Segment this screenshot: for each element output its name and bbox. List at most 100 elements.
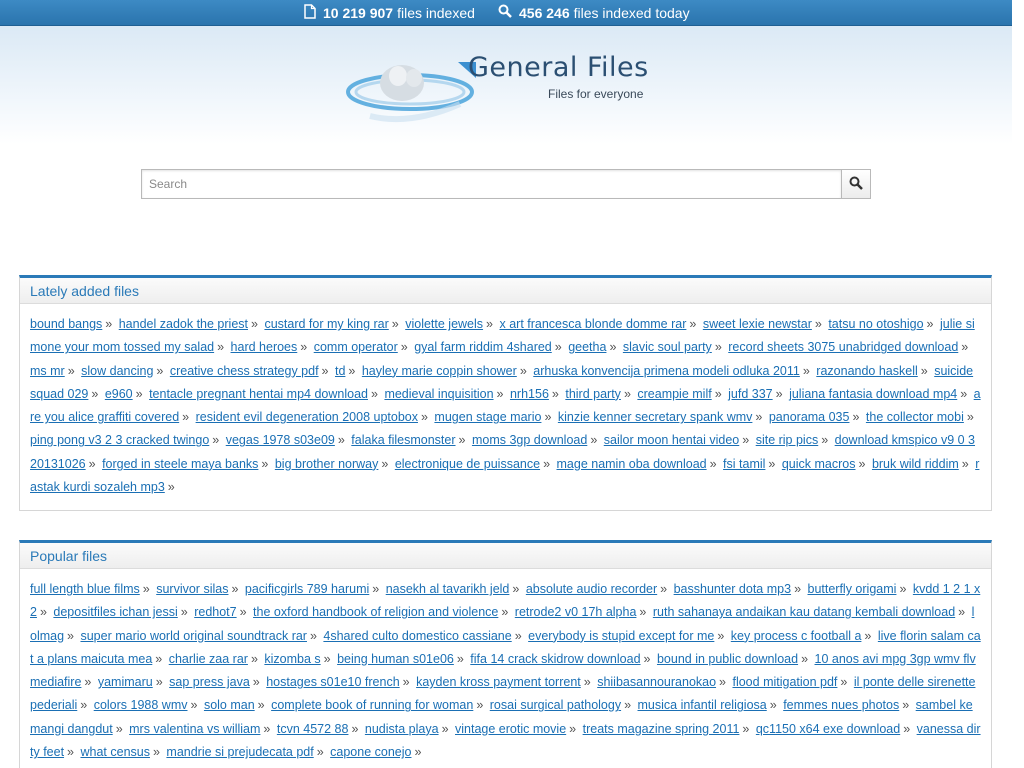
- file-link[interactable]: handel zadok the priest: [119, 317, 248, 331]
- file-link[interactable]: hard heroes: [231, 340, 298, 354]
- link-separator: »: [926, 317, 934, 331]
- file-link[interactable]: tatsu no otoshigo: [828, 317, 923, 331]
- link-separator: »: [400, 340, 408, 355]
- file-link[interactable]: arhuska konvencija primena modeli odluka…: [533, 364, 800, 378]
- file-link[interactable]: nasekh al tavarikh jeld: [386, 582, 510, 596]
- file-link[interactable]: ms mr: [30, 364, 65, 378]
- file-link[interactable]: falaka filesmonster: [351, 433, 455, 447]
- file-link[interactable]: redhot7: [194, 605, 236, 619]
- file-link[interactable]: vintage erotic movie: [455, 722, 566, 736]
- file-link[interactable]: mage namin oba download: [557, 457, 707, 471]
- file-link[interactable]: bound in public download: [657, 652, 798, 666]
- file-link[interactable]: geetha: [568, 340, 606, 354]
- file-link[interactable]: survivor silas: [156, 582, 228, 596]
- file-link[interactable]: nudista playa: [365, 722, 439, 736]
- file-link[interactable]: gyal farm riddim 4shared: [414, 340, 552, 354]
- file-link[interactable]: medieval inquisition: [384, 387, 493, 401]
- file-link[interactable]: slow dancing: [81, 364, 153, 378]
- link-separator: »: [569, 721, 577, 736]
- file-link[interactable]: creampie milf: [637, 387, 711, 401]
- file-link[interactable]: butterfly origami: [808, 582, 897, 596]
- file-link[interactable]: td: [335, 364, 345, 378]
- file-link[interactable]: mrs valentina vs william: [129, 722, 260, 736]
- file-link[interactable]: depositfiles ichan jessi: [53, 605, 177, 619]
- file-link[interactable]: treats magazine spring 2011: [583, 722, 740, 736]
- file-link[interactable]: big brother norway: [275, 457, 379, 471]
- file-link[interactable]: the oxford handbook of religion and viol…: [253, 605, 498, 619]
- page-scrollbar[interactable]: [1012, 0, 1024, 768]
- file-link[interactable]: charlie zaa rar: [169, 652, 248, 666]
- file-link[interactable]: violette jewels: [405, 317, 483, 331]
- link-separator: »: [476, 698, 484, 713]
- link-separator: »: [742, 433, 750, 448]
- file-link[interactable]: nrh156: [510, 387, 549, 401]
- search-input[interactable]: [141, 169, 841, 199]
- file-link[interactable]: comm operator: [314, 340, 398, 354]
- file-link[interactable]: hayley marie coppin shower: [362, 364, 517, 378]
- file-link[interactable]: juliana fantasia download mp4: [789, 387, 957, 401]
- logo-mascot-icon[interactable]: [340, 56, 480, 126]
- file-link[interactable]: custard for my king rar: [264, 317, 388, 331]
- file-link[interactable]: panorama 035: [769, 410, 850, 424]
- file-link[interactable]: sweet lexie newstar: [703, 317, 812, 331]
- file-link[interactable]: key process c football a: [731, 629, 862, 643]
- file-link[interactable]: bound bangs: [30, 317, 102, 331]
- file-link[interactable]: slavic soul party: [623, 340, 712, 354]
- file-link[interactable]: creative chess strategy pdf: [170, 364, 319, 378]
- file-link[interactable]: kayden kross payment torrent: [416, 675, 581, 689]
- file-link[interactable]: sailor moon hentai video: [604, 433, 740, 447]
- file-link[interactable]: sap press java: [169, 675, 250, 689]
- file-link[interactable]: basshunter dota mp3: [674, 582, 791, 596]
- file-link[interactable]: musica infantil religiosa: [638, 698, 767, 712]
- file-link[interactable]: mandrie si prejudecata pdf: [166, 745, 313, 759]
- file-link[interactable]: x art francesca blonde domme rar: [499, 317, 686, 331]
- file-link[interactable]: being human s01e06: [337, 652, 454, 666]
- file-link[interactable]: rosai surgical pathology: [490, 698, 621, 712]
- file-link[interactable]: solo man: [204, 698, 255, 712]
- file-link[interactable]: record sheets 3075 unabridged download: [728, 340, 958, 354]
- file-link[interactable]: mugen stage mario: [434, 410, 541, 424]
- file-link[interactable]: the collector mobi: [866, 410, 964, 424]
- file-link[interactable]: ruth sahanaya andaikan kau datang kembal…: [653, 605, 955, 619]
- file-link[interactable]: qc1150 x64 exe download: [756, 722, 900, 736]
- file-link[interactable]: forged in steele maya banks: [102, 457, 258, 471]
- file-link[interactable]: colors 1988 wmv: [94, 698, 188, 712]
- file-link[interactable]: site rip pics: [756, 433, 819, 447]
- lately-added-panel: Lately added files bound bangs» handel z…: [19, 275, 992, 511]
- file-link[interactable]: quick macros: [782, 457, 856, 471]
- file-link[interactable]: flood mitigation pdf: [732, 675, 837, 689]
- file-link[interactable]: tentacle pregnant hentai mp4 download: [149, 387, 368, 401]
- file-link[interactable]: razonando haskell: [816, 364, 917, 378]
- file-link[interactable]: kizomba s: [264, 652, 320, 666]
- file-link[interactable]: ping pong v3 2 3 cracked twingo: [30, 433, 209, 447]
- search-button[interactable]: [841, 169, 871, 199]
- file-link[interactable]: pacificgirls 789 harumi: [245, 582, 369, 596]
- logo-title[interactable]: General Files: [468, 52, 649, 83]
- file-link[interactable]: femmes nues photos: [783, 698, 899, 712]
- file-link[interactable]: yamimaru: [98, 675, 153, 689]
- file-link[interactable]: absolute audio recorder: [526, 582, 657, 596]
- file-link[interactable]: super mario world original soundtrack ra…: [80, 629, 306, 643]
- file-link[interactable]: third party: [565, 387, 621, 401]
- file-link[interactable]: retrode2 v0 17h alpha: [515, 605, 637, 619]
- file-link[interactable]: electronique de puissance: [395, 457, 540, 471]
- file-link[interactable]: hostages s01e10 french: [266, 675, 399, 689]
- file-link[interactable]: what census: [80, 745, 149, 759]
- file-link[interactable]: resident evil degeneration 2008 uptobox: [196, 410, 418, 424]
- file-link[interactable]: 4shared culto domestico cassiane: [323, 629, 511, 643]
- popular-heading: Popular files: [20, 543, 991, 569]
- file-link[interactable]: e960: [105, 387, 133, 401]
- file-link[interactable]: jufd 337: [728, 387, 772, 401]
- file-link[interactable]: tcvn 4572 88: [277, 722, 349, 736]
- file-link[interactable]: bruk wild riddim: [872, 457, 959, 471]
- file-link[interactable]: complete book of running for woman: [271, 698, 473, 712]
- file-link[interactable]: kinzie kenner secretary spank wmv: [558, 410, 753, 424]
- file-link[interactable]: fifa 14 crack skidrow download: [470, 652, 640, 666]
- file-link[interactable]: fsi tamil: [723, 457, 765, 471]
- file-link[interactable]: moms 3gp download: [472, 433, 587, 447]
- file-link[interactable]: capone conejo: [330, 745, 411, 759]
- file-link[interactable]: full length blue films: [30, 582, 140, 596]
- file-link[interactable]: shiibasannouranokao: [597, 675, 716, 689]
- file-link[interactable]: vegas 1978 s03e09: [226, 433, 335, 447]
- file-link[interactable]: everybody is stupid except for me: [528, 629, 714, 643]
